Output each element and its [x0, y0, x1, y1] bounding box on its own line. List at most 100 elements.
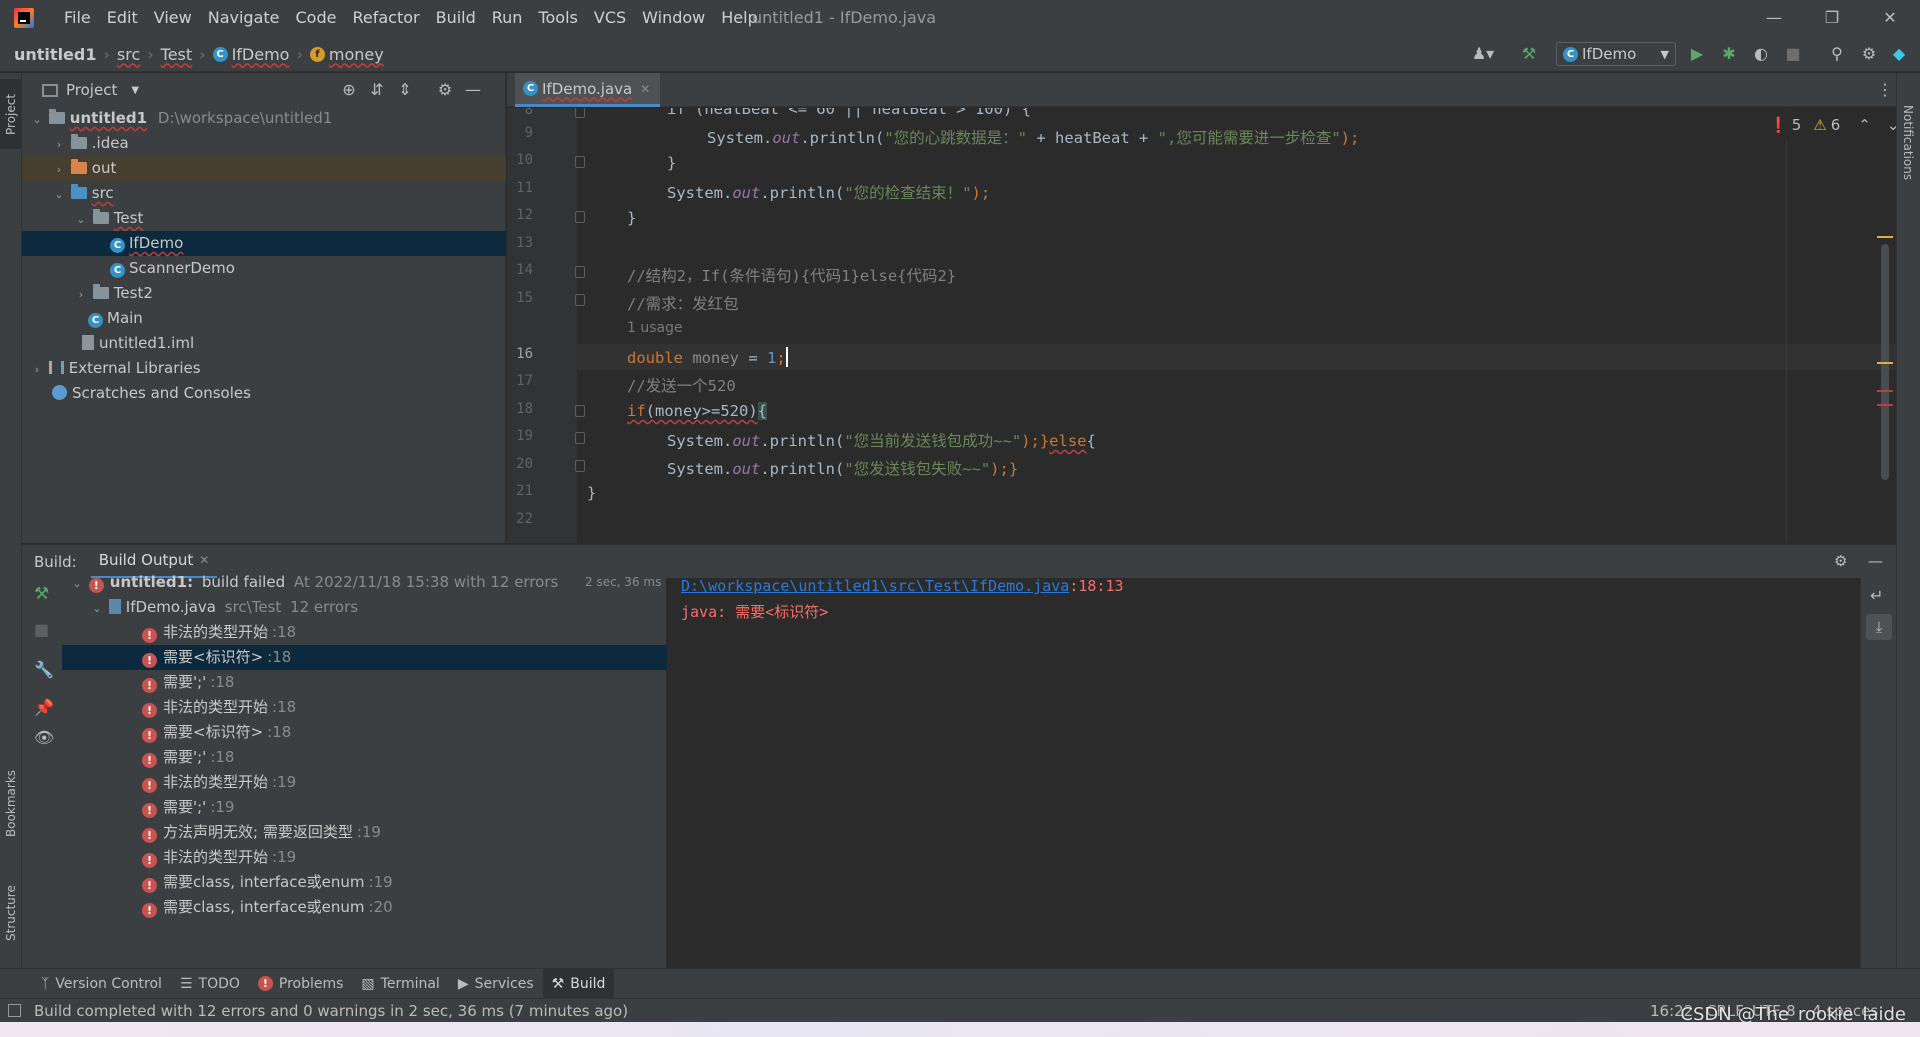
- menu-build[interactable]: Build: [428, 0, 484, 36]
- build-hammer-icon[interactable]: ⚒: [1520, 45, 1538, 63]
- wrench-icon[interactable]: 🔧: [34, 660, 54, 679]
- build-error-row[interactable]: ! 需要<标识符>:18: [62, 720, 667, 745]
- breadcrumb-test[interactable]: Test: [161, 45, 193, 64]
- build-error-row[interactable]: ! 需要class, interface或enum:20: [62, 895, 667, 920]
- status-message[interactable]: Build completed with 12 errors and 0 war…: [34, 1002, 628, 1020]
- build-error-row[interactable]: ! 需要class, interface或enum:19: [62, 870, 667, 895]
- tree-item-untitled1[interactable]: ⌄ untitled1 D:\workspace\untitled1: [22, 106, 506, 131]
- menu-navigate[interactable]: Navigate: [200, 0, 288, 36]
- tree-item-main[interactable]: C Main: [22, 306, 506, 331]
- stop-icon[interactable]: ■: [1784, 45, 1802, 63]
- fold-marker-icon[interactable]: [575, 266, 585, 278]
- rebuild-hammer-icon[interactable]: ⚒: [34, 584, 49, 604]
- tool-problems[interactable]: ! Problems: [249, 969, 353, 999]
- build-error-row[interactable]: ! 需要';':19: [62, 795, 667, 820]
- hide-icon[interactable]: —: [1868, 552, 1883, 570]
- build-error-row[interactable]: ! 需要';':18: [62, 670, 667, 695]
- tree-item-test[interactable]: ⌄ Test: [22, 206, 506, 231]
- run-configuration-select[interactable]: C IfDemo ▼: [1556, 42, 1676, 66]
- gear-icon[interactable]: ⚙: [436, 81, 454, 99]
- error-stripe-mark[interactable]: [1877, 404, 1893, 406]
- eye-icon[interactable]: 👁: [34, 728, 54, 747]
- intellij-logo-icon[interactable]: [14, 8, 34, 28]
- scroll-to-end-icon[interactable]: ⤓: [1866, 614, 1892, 640]
- notifications-side-tab[interactable]: Notifications: [1897, 83, 1919, 203]
- tree-item-test2[interactable]: › Test2: [22, 281, 506, 306]
- tool-services[interactable]: ▶ Services: [449, 969, 543, 999]
- user-icon[interactable]: ♟▾: [1470, 45, 1496, 63]
- build-console[interactable]: D:\workspace\untitled1\src\Test\IfDemo.j…: [667, 577, 1860, 968]
- tool-version-control[interactable]: ᛉ Version Control: [32, 969, 171, 999]
- build-error-row[interactable]: ! 方法声明无效; 需要返回类型:19: [62, 820, 667, 845]
- menu-view[interactable]: View: [146, 0, 200, 36]
- build-error-row[interactable]: ! 非法的类型开始:19: [62, 845, 667, 870]
- fold-marker-icon[interactable]: [575, 156, 585, 168]
- fold-marker-icon[interactable]: [575, 211, 585, 223]
- locate-icon[interactable]: ⊕: [340, 81, 358, 99]
- menu-edit[interactable]: Edit: [99, 0, 146, 36]
- build-error-row[interactable]: ! 需要';':18: [62, 745, 667, 770]
- breadcrumb-class[interactable]: C IfDemo: [212, 45, 289, 64]
- more-icon[interactable]: ⋮: [1877, 80, 1893, 99]
- build-root-row[interactable]: ⌄ ! untitled1: build failed At 2022/11/18…: [62, 570, 667, 595]
- coverage-icon[interactable]: ◐: [1752, 45, 1770, 63]
- fold-marker-icon[interactable]: [575, 432, 585, 444]
- menu-file[interactable]: File: [56, 0, 99, 36]
- tool-terminal[interactable]: ▧ Terminal: [352, 969, 448, 999]
- project-view-select[interactable]: Project ▼: [42, 73, 139, 107]
- project-side-tab[interactable]: Project: [0, 79, 22, 149]
- breadcrumb-project[interactable]: untitled1: [14, 45, 96, 64]
- hide-icon[interactable]: —: [464, 81, 482, 99]
- menu-vcs[interactable]: VCS: [586, 0, 634, 36]
- warning-stripe-mark[interactable]: [1877, 362, 1893, 364]
- menu-code[interactable]: Code: [288, 0, 345, 36]
- tree-item-src[interactable]: ⌄ src: [22, 181, 506, 206]
- fold-marker-icon[interactable]: [575, 460, 585, 472]
- menu-tools[interactable]: Tools: [530, 0, 585, 36]
- gear-icon[interactable]: ⚙: [1860, 45, 1878, 63]
- breadcrumb-field[interactable]: f money: [309, 45, 384, 64]
- tree-item-external-libraries[interactable]: › External Libraries: [22, 356, 506, 381]
- tool-todo[interactable]: ☰ TODO: [171, 969, 249, 999]
- build-error-row[interactable]: ! 需要<标识符>:18: [62, 645, 667, 670]
- menu-window[interactable]: Window: [634, 0, 713, 36]
- tree-item-idea[interactable]: › .idea: [22, 131, 506, 156]
- menu-refactor[interactable]: Refactor: [344, 0, 427, 36]
- bookmarks-side-tab[interactable]: Bookmarks: [0, 753, 22, 853]
- build-error-row[interactable]: ! 非法的类型开始:19: [62, 770, 667, 795]
- close-tab-icon[interactable]: ✕: [199, 553, 209, 567]
- collapse-all-icon[interactable]: ⇕: [396, 81, 414, 99]
- tab-ifdemo-java[interactable]: C IfDemo.java ✕: [515, 73, 661, 107]
- expand-all-icon[interactable]: ⇵: [368, 81, 386, 99]
- build-error-row[interactable]: ! 非法的类型开始:18: [62, 620, 667, 645]
- close-tab-icon[interactable]: ✕: [640, 82, 650, 96]
- error-stripe-mark[interactable]: [1877, 390, 1893, 392]
- tree-item-out[interactable]: › out: [22, 156, 506, 181]
- search-icon[interactable]: ⚲: [1828, 45, 1846, 63]
- gear-icon[interactable]: ⚙: [1834, 552, 1847, 570]
- panel-toggle-icon[interactable]: [8, 1004, 21, 1017]
- inspection-widget[interactable]: ❗ 5 ⚠ 6 ⌃ ⌄: [1769, 110, 1896, 140]
- build-error-row[interactable]: ! 非法的类型开始:18: [62, 695, 667, 720]
- code-editor[interactable]: 8 9 10 11 12 13 14 15 16 17 18 19 20 21 …: [507, 108, 1896, 543]
- breadcrumb-src[interactable]: src: [117, 45, 140, 64]
- tree-item-scannerdemo[interactable]: C ScannerDemo: [22, 256, 506, 281]
- close-icon[interactable]: ✕: [1862, 0, 1918, 36]
- fold-marker-icon[interactable]: [575, 108, 585, 118]
- soft-wrap-icon[interactable]: ↵: [1870, 586, 1883, 605]
- stop-icon[interactable]: ■: [34, 620, 49, 639]
- restore-icon[interactable]: ❐: [1804, 0, 1860, 36]
- usage-hint[interactable]: 1 usage: [627, 320, 683, 336]
- structure-side-tab[interactable]: Structure: [0, 863, 22, 963]
- warning-stripe-mark[interactable]: [1877, 236, 1893, 238]
- build-file-row[interactable]: ⌄ IfDemo.java src\Test 12 errors: [62, 595, 667, 620]
- tool-build[interactable]: ⚒ Build: [542, 968, 615, 999]
- tree-item-ifdemo[interactable]: C IfDemo: [22, 231, 506, 256]
- minimize-icon[interactable]: —: [1746, 0, 1802, 36]
- pin-icon[interactable]: 📌: [34, 698, 54, 717]
- fold-marker-icon[interactable]: [575, 405, 585, 417]
- toolbox-icon[interactable]: ◆: [1890, 45, 1908, 63]
- debug-icon[interactable]: ✱: [1720, 45, 1738, 63]
- console-file-link[interactable]: D:\workspace\untitled1\src\Test\IfDemo.j…: [681, 577, 1069, 595]
- chevron-down-icon[interactable]: ⌄: [1887, 116, 1896, 134]
